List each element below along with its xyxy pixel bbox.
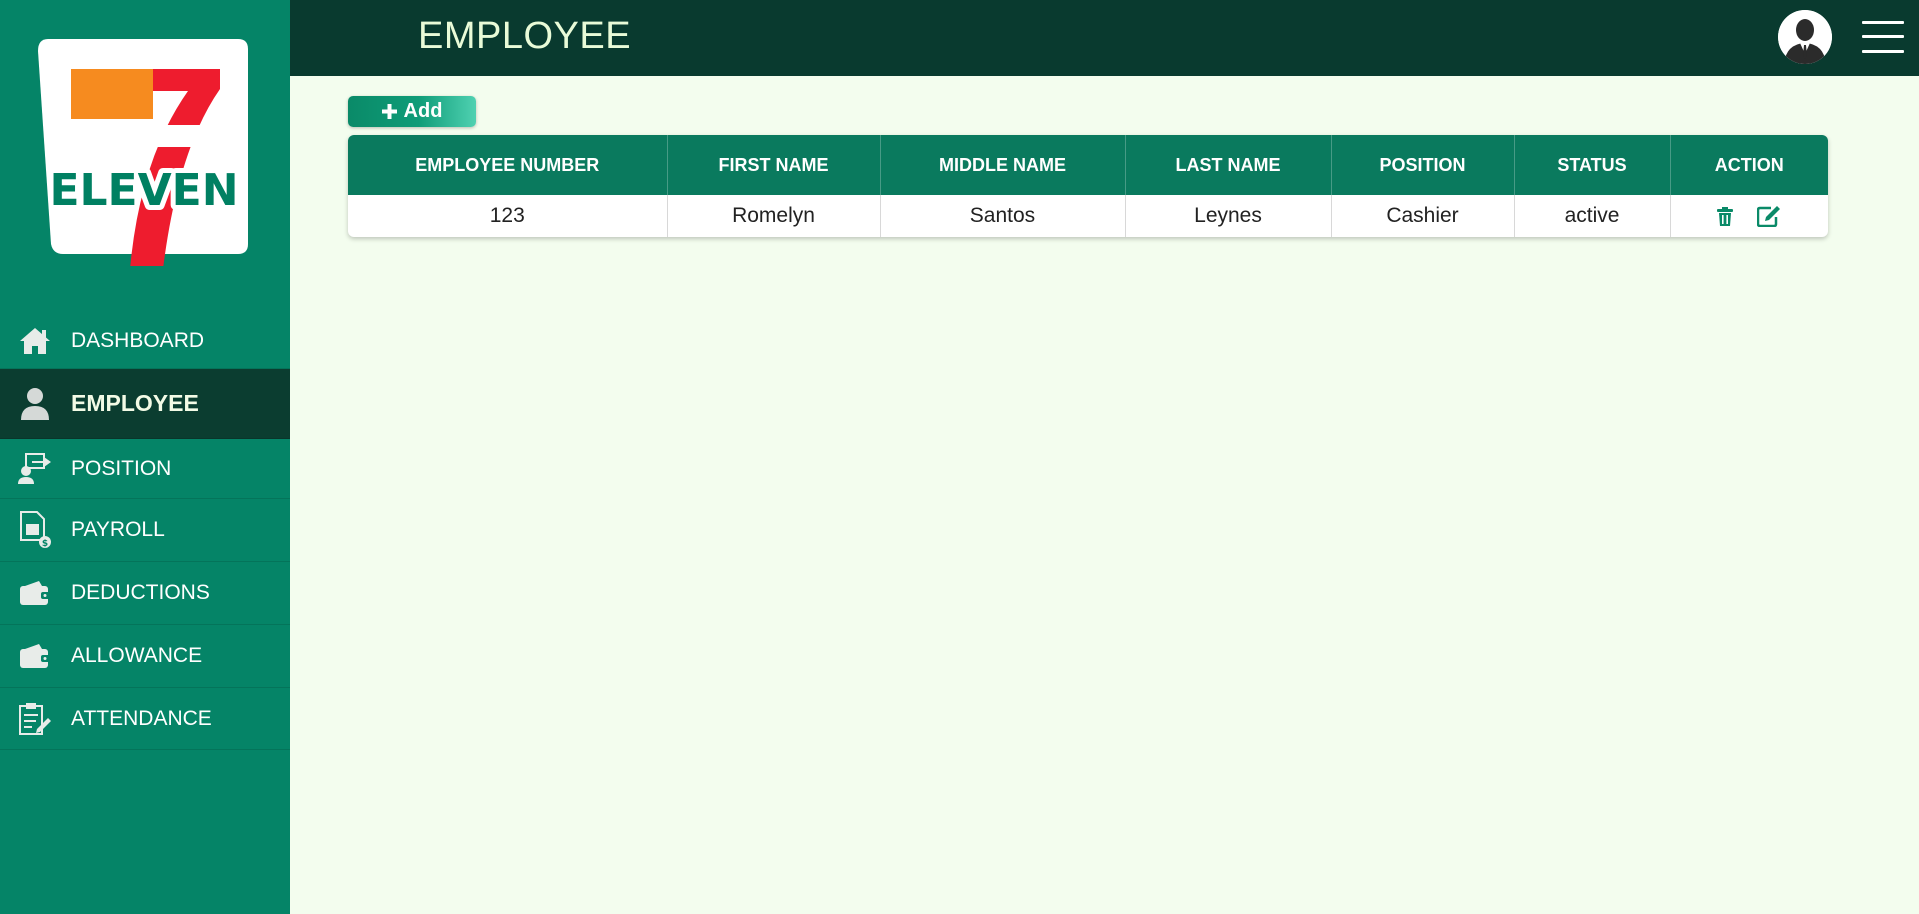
- sidebar-item-deductions[interactable]: DEDUCTIONS: [0, 562, 290, 625]
- user-transfer-icon: [18, 452, 52, 486]
- sidebar-item-label: EMPLOYEE: [71, 390, 199, 416]
- cell-actions: [1670, 195, 1828, 237]
- home-icon: [18, 324, 52, 358]
- clipboard-edit-icon: [18, 702, 52, 736]
- cell-status: active: [1514, 195, 1671, 237]
- plus-icon: [381, 104, 397, 119]
- employee-table: EMPLOYEE NUMBER FIRST NAME MIDDLE NAME L…: [348, 135, 1828, 237]
- column-header-first-name: FIRST NAME: [667, 135, 881, 195]
- sidebar-item-attendance[interactable]: ATTENDANCE: [0, 688, 290, 750]
- sidebar-item-label: ATTENDANCE: [71, 706, 212, 730]
- user-icon: [18, 387, 52, 421]
- add-button-label: Add: [403, 100, 443, 122]
- cell-last-name: Leynes: [1125, 195, 1332, 237]
- payroll-document-icon: $: [18, 511, 52, 549]
- menu-icon[interactable]: [1862, 21, 1904, 53]
- svg-text:ELEVEN: ELEVEN: [49, 165, 238, 216]
- column-header-action: ACTION: [1714, 154, 1784, 175]
- avatar[interactable]: [1778, 10, 1832, 64]
- table-row: 123 Romelyn Santos Leynes Cashier active: [348, 195, 1828, 237]
- wallet-icon: [18, 576, 52, 610]
- column-header-last-name: LAST NAME: [1125, 135, 1332, 195]
- column-header-middle-name: MIDDLE NAME: [880, 135, 1126, 195]
- seven-eleven-logo: ELEVEN ELEVEN: [38, 39, 248, 269]
- cell-employee-number: 123: [348, 195, 668, 237]
- sidebar-item-label: POSITION: [71, 456, 172, 480]
- cell-position: Cashier: [1331, 195, 1515, 237]
- sidebar-item-position[interactable]: POSITION: [0, 439, 290, 499]
- column-header-status: STATUS: [1514, 135, 1671, 195]
- sidebar-item-dashboard[interactable]: DASHBOARD: [0, 314, 290, 369]
- svg-text:$: $: [42, 539, 48, 549]
- column-header-position: POSITION: [1331, 135, 1515, 195]
- sidebar-item-label: ALLOWANCE: [71, 644, 203, 667]
- add-employee-button[interactable]: Add: [348, 96, 476, 127]
- sidebar: ELEVEN ELEVEN DASHBOARD EMPLOYEE POSITIO…: [0, 0, 290, 914]
- cell-middle-name: Santos: [880, 195, 1126, 237]
- delete-icon[interactable]: [1717, 206, 1734, 226]
- table-header-row: EMPLOYEE NUMBER FIRST NAME MIDDLE NAME L…: [348, 135, 1828, 195]
- wallet-icon: [18, 639, 52, 673]
- sidebar-item-allowance[interactable]: ALLOWANCE: [0, 625, 290, 688]
- sidebar-item-employee[interactable]: EMPLOYEE: [0, 369, 290, 439]
- page-title: EMPLOYEE: [418, 15, 632, 57]
- sidebar-item-label: DASHBOARD: [71, 329, 205, 352]
- top-bar: EMPLOYEE: [290, 0, 1919, 76]
- sidebar-item-label: DEDUCTIONS: [71, 581, 210, 604]
- sidebar-item-payroll[interactable]: $ PAYROLL: [0, 499, 290, 562]
- edit-icon[interactable]: [1757, 205, 1781, 227]
- cell-first-name: Romelyn: [667, 195, 881, 237]
- sidebar-item-label: PAYROLL: [71, 518, 165, 541]
- column-header-employee-number: EMPLOYEE NUMBER: [348, 135, 668, 195]
